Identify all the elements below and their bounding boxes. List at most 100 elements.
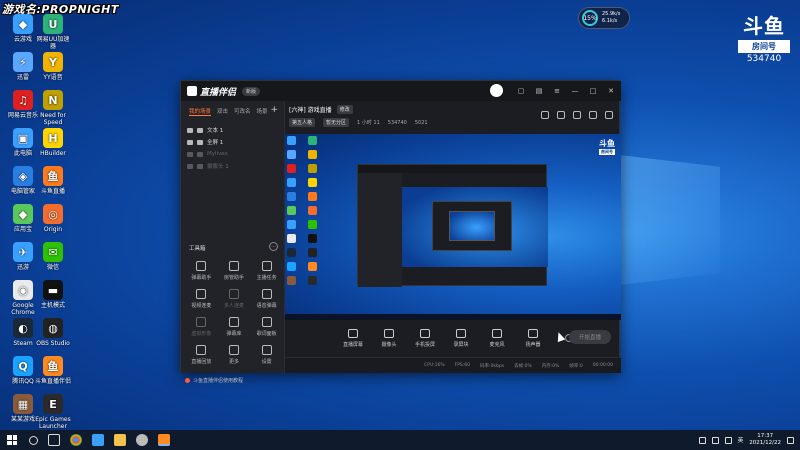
preview-douyu-logo: 斗鱼 房间号 <box>599 138 615 155</box>
explorer-taskbar-icon[interactable] <box>114 434 126 446</box>
tool-item[interactable]: 房管助手 <box>218 261 251 281</box>
input-method[interactable]: 英 <box>738 436 744 444</box>
source-row[interactable]: 文本 1 <box>181 124 284 136</box>
room-category[interactable]: 第五人格 <box>289 118 316 127</box>
tab-scene-0[interactable]: 我的场景 <box>189 107 212 116</box>
tool-item[interactable]: 歌词面板 <box>250 317 283 337</box>
tab-scene-3[interactable]: 场景 <box>257 107 268 116</box>
tool-label: 歌词面板 <box>256 331 277 337</box>
add-scene-icon[interactable]: + <box>270 105 278 115</box>
tool-item[interactable]: 语音弹幕 <box>250 289 283 309</box>
room-subcategory[interactable]: 暂无分区 <box>323 118 350 127</box>
live-companion-taskbar-icon[interactable] <box>158 434 170 446</box>
share-icon[interactable] <box>541 111 549 119</box>
control-button[interactable]: 摄像头 <box>377 328 401 348</box>
toolbox-more-icon[interactable]: ··· <box>269 242 278 251</box>
tray-volume-icon[interactable] <box>724 436 732 444</box>
visibility-eye-icon[interactable] <box>187 127 193 133</box>
desktop-icon[interactable]: N Need for Speed <box>34 90 72 126</box>
clock[interactable]: 17:37 2021/12/22 <box>749 433 781 447</box>
desktop-icon[interactable]: H HBuilder <box>34 128 72 157</box>
source-row[interactable]: Mylives <box>181 148 284 160</box>
version-pill[interactable]: 新版 <box>242 86 261 96</box>
start-button-icon[interactable] <box>7 435 17 445</box>
visibility-eye-icon[interactable] <box>187 151 193 157</box>
desktop-icon[interactable]: E Epic Games Launcher <box>34 394 72 430</box>
gift-icon[interactable] <box>557 111 565 119</box>
tool-item[interactable]: 直播回放 <box>185 345 218 365</box>
source-row[interactable]: 摄像头 1 <box>181 160 284 172</box>
source-row[interactable]: 全屏 1 <box>181 136 284 148</box>
app-logo-icon <box>187 86 197 96</box>
desktop-icon[interactable]: Y YY语音 <box>34 52 72 81</box>
preview-desktop-icons <box>287 136 325 285</box>
app-titlebar[interactable]: 直播伴侣 新版 ▢ ▤ ≡ — □ ✕ <box>181 81 621 101</box>
tool-item[interactable]: 虚拟形象 <box>185 317 218 337</box>
search-icon[interactable] <box>29 435 38 445</box>
tab-scene-1[interactable]: 双击 <box>217 107 228 116</box>
windows-taskbar: 英 17:37 2021/12/22 <box>0 430 800 450</box>
notification-icon[interactable] <box>787 436 794 444</box>
visibility-eye-icon[interactable] <box>187 139 193 145</box>
control-button[interactable]: 直播屏幕 <box>341 328 365 348</box>
tray-up-icon[interactable] <box>698 436 706 444</box>
minimize-icon[interactable]: — <box>569 85 581 97</box>
visibility-eye-icon[interactable] <box>187 163 193 169</box>
desktop-icon[interactable]: ✉ 微信 <box>34 242 72 271</box>
close-icon[interactable]: ✕ <box>605 85 617 97</box>
control-button[interactable]: 扬声器 <box>521 328 545 348</box>
stream-preview[interactable]: 斗鱼 房间号 <box>285 134 621 320</box>
desktop-icon[interactable]: U 网易UU加速器 <box>34 14 72 50</box>
tab-scene-2[interactable]: 可改名 <box>234 107 251 116</box>
folder-icon[interactable] <box>573 111 581 119</box>
control-label: 直播屏幕 <box>342 341 363 348</box>
task-view-icon[interactable] <box>48 434 60 446</box>
lock-icon[interactable] <box>197 139 203 145</box>
tray-network-icon[interactable] <box>711 436 719 444</box>
preview-desktop-icon <box>307 234 317 243</box>
tool-item[interactable]: 设置 <box>250 345 283 365</box>
edit-room-button[interactable]: 修改 <box>336 105 353 114</box>
source-label: 全屏 1 <box>207 140 224 146</box>
desktop-app-icon: N <box>43 90 63 110</box>
lock-icon[interactable] <box>197 163 203 169</box>
bell-icon[interactable] <box>589 111 597 119</box>
douyu-taskbar-icon[interactable] <box>92 434 104 446</box>
chrome-taskbar-icon[interactable] <box>70 434 82 446</box>
menu-icon[interactable]: ≡ <box>551 85 563 97</box>
settings-taskbar-icon[interactable] <box>136 434 148 446</box>
control-button[interactable]: 录屏块 <box>449 328 473 348</box>
desktop-icon[interactable]: ◎ Origin <box>34 204 72 233</box>
lock-icon[interactable] <box>197 127 203 133</box>
desktop-icon[interactable]: 鱼斗鱼直播伴侣 <box>34 356 72 385</box>
control-button[interactable]: 麦克风 <box>485 328 509 348</box>
start-live-button[interactable]: 开始直播 <box>569 330 611 344</box>
maximize-icon[interactable]: □ <box>587 85 599 97</box>
desktop-app-icon: U <box>43 14 63 34</box>
stream-duration: 1 小时 11 <box>357 120 380 126</box>
tool-item[interactable]: 弹幕助手 <box>185 261 218 281</box>
tool-item[interactable]: 多人连麦 <box>218 289 251 309</box>
preview-desktop-icon <box>287 178 296 187</box>
lock-icon[interactable] <box>197 151 203 157</box>
desktop-icon[interactable]: ▬ 主机模式 <box>34 280 72 309</box>
message-icon[interactable]: ▤ <box>533 85 545 97</box>
status-item: 帧率:0 <box>569 363 583 369</box>
desktop-icon[interactable]: ◍ OBS Studio <box>34 318 72 347</box>
tool-item[interactable]: 视频连麦 <box>185 289 218 309</box>
user-avatar[interactable] <box>490 84 503 97</box>
tool-item[interactable]: 主播任务 <box>250 261 283 281</box>
scene-panel: 我的场景 双击 可改名 场景 + 文本 1 全屏 1 Mylives 摄像头 1 工具… <box>181 101 285 384</box>
tutorial-notice[interactable]: 斗鱼直播伴侣使用教程 <box>185 377 243 384</box>
tool-item[interactable]: 弹幕库 <box>218 317 251 337</box>
tool-icon <box>228 317 239 327</box>
status-item: 00:00:00 <box>592 363 613 368</box>
control-button[interactable]: 手机投屏 <box>413 328 437 348</box>
settings-icon[interactable] <box>605 111 613 119</box>
desktop-icon[interactable]: 鱼斗鱼直播 <box>34 166 72 195</box>
desktop-icon-label: 网易UU加速器 <box>36 36 70 50</box>
perf-widget[interactable]: 15% 25.9k/s 6.1k/s <box>578 7 630 29</box>
skin-icon[interactable]: ▢ <box>515 85 527 97</box>
tool-item[interactable]: 更多 <box>218 345 251 365</box>
status-item: 丢帧:0% <box>514 363 532 369</box>
